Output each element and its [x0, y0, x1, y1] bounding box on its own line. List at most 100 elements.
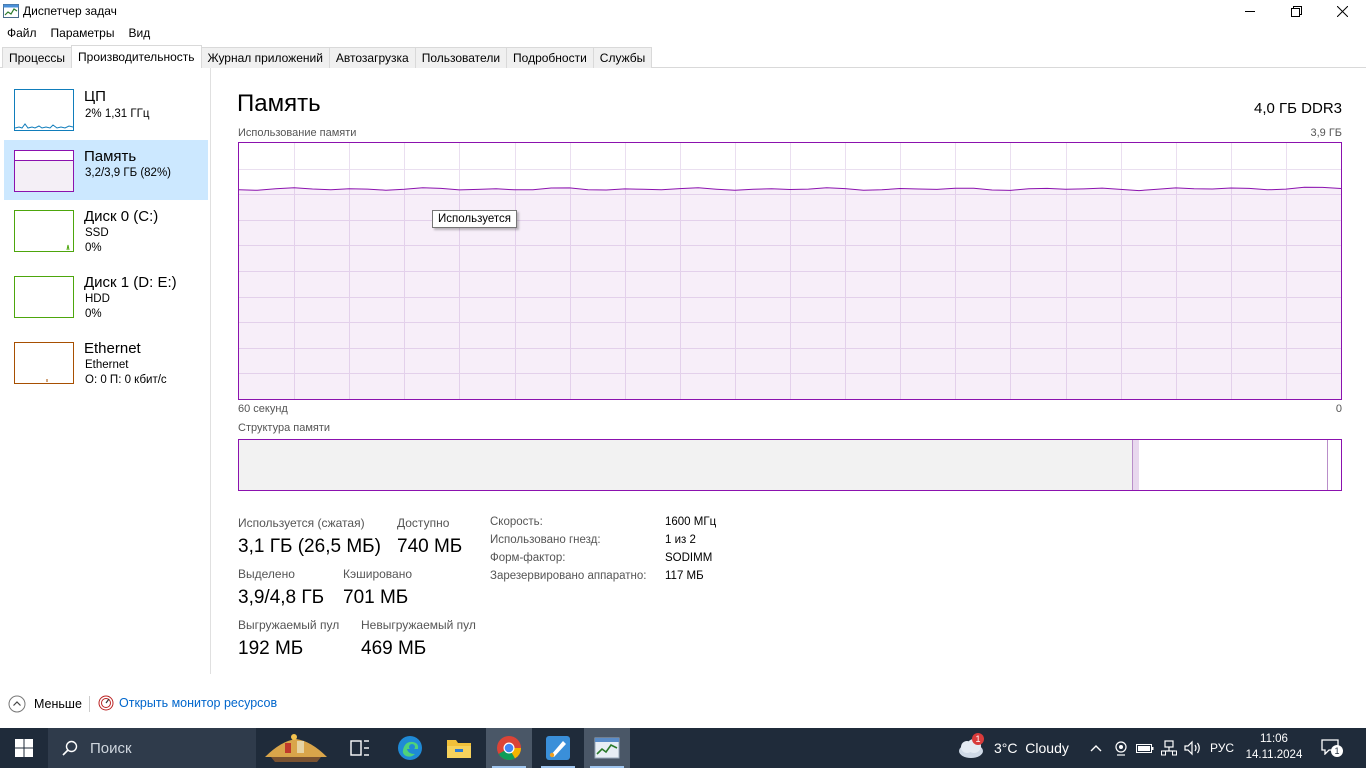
menu-view[interactable]: Вид	[121, 23, 157, 43]
taskbar-file-explorer[interactable]	[436, 728, 482, 768]
tray-webcam[interactable]	[1110, 728, 1132, 768]
search-icon	[62, 740, 78, 756]
start-button[interactable]	[0, 728, 48, 768]
tab-app-history[interactable]: Журнал приложений	[200, 47, 330, 68]
sidebar-item-label: Ethernet	[84, 340, 141, 357]
sidebar-item-label: Память	[84, 148, 137, 165]
sidebar-item-usage: 0%	[85, 308, 102, 320]
in-use-label: Используется (сжатая)	[238, 516, 365, 530]
sidebar-item-cpu[interactable]: ЦП 2% 1,31 ГГц	[4, 82, 208, 134]
tray-volume[interactable]	[1182, 728, 1204, 768]
memory-total: 4,0 ГБ DDR3	[1254, 100, 1342, 117]
sidebar-item-disk0[interactable]: Диск 0 (C:) SSD 0%	[4, 204, 208, 264]
taskbar-edge[interactable]	[387, 728, 433, 768]
task-view-button[interactable]	[337, 728, 383, 768]
memory-usage-chart	[239, 143, 1341, 399]
taskbar: Поиск 1 3°C Cloudy РУС 11:06 14.11.2024 …	[0, 728, 1366, 768]
weather-alert-badge: 1	[972, 733, 984, 745]
paged-pool-value: 192 МБ	[238, 638, 304, 659]
resource-monitor-label: Открыть монитор ресурсов	[119, 696, 278, 710]
minimize-button[interactable]	[1227, 0, 1273, 22]
cpu-thumbnail	[14, 89, 74, 131]
in-use-value: 3,1 ГБ (26,5 МБ)	[238, 536, 381, 557]
show-hidden-icons-button[interactable]	[1086, 728, 1106, 768]
taskbar-task-manager[interactable]	[584, 728, 630, 768]
paged-pool-label: Выгружаемый пул	[238, 618, 340, 632]
memory-usage-area	[239, 187, 1341, 399]
sidebar-item-disk1[interactable]: Диск 1 (D: E:) HDD 0%	[4, 270, 208, 330]
disk0-sparkline	[66, 244, 70, 251]
footer-bar: Меньше Открыть монитор ресурсов	[0, 691, 1366, 717]
tab-processes[interactable]: Процессы	[2, 47, 73, 68]
sidebar-item-throughput: О: 0 П: 0 кбит/с	[85, 374, 167, 386]
available-value: 740 МБ	[397, 536, 463, 557]
taskbar-chrome[interactable]	[486, 728, 532, 768]
webcam-icon	[1115, 741, 1127, 756]
composition-standby[interactable]	[1139, 440, 1326, 490]
divider	[89, 696, 90, 712]
chevron-up-icon	[8, 695, 26, 713]
restore-icon	[1290, 5, 1302, 17]
chrome-icon	[497, 736, 521, 761]
hardware-reserved-label: Зарезервировано аппаратно:	[490, 570, 647, 582]
task-manager-window: Диспетчер задач Файл Параметры Вид Проце…	[0, 0, 1366, 768]
vacation-widget-icon	[265, 734, 327, 762]
tab-details[interactable]: Подробности	[506, 47, 594, 68]
task-manager-icon	[3, 4, 19, 18]
task-view-icon	[350, 740, 369, 756]
windows-logo-icon	[15, 739, 33, 757]
cached-label: Кэшировано	[343, 567, 413, 581]
taskbar-paint[interactable]	[535, 728, 581, 768]
composition-free[interactable]	[1327, 440, 1341, 490]
battery-icon	[1136, 744, 1154, 753]
hardware-reserved-value: 117 МБ	[665, 570, 704, 582]
tab-services[interactable]: Службы	[592, 47, 653, 68]
menu-options[interactable]: Параметры	[44, 23, 122, 43]
cached-value: 701 МБ	[343, 587, 409, 608]
chevron-up-icon	[1090, 745, 1102, 752]
nonpaged-pool-label: Невыгружаемый пул	[361, 618, 476, 632]
clock-date: 14.11.2024	[1245, 749, 1303, 761]
tab-users[interactable]: Пользователи	[414, 47, 508, 68]
nonpaged-pool-value: 469 МБ	[361, 638, 427, 659]
form-factor-value: SODIMM	[665, 552, 713, 564]
disk1-thumbnail	[14, 276, 74, 318]
usage-graph-max: 3,9 ГБ	[1310, 127, 1342, 139]
sidebar-item-ethernet[interactable]: Ethernet Ethernet О: 0 П: 0 кбит/с	[4, 336, 208, 396]
taskbar-search[interactable]: Поиск	[48, 728, 256, 768]
search-highlight-widget[interactable]	[258, 728, 334, 768]
disk0-thumbnail	[14, 210, 74, 252]
taskbar-clock[interactable]: 11:06 14.11.2024	[1236, 731, 1312, 763]
fewer-details-button[interactable]: Меньше	[8, 695, 82, 713]
tab-startup[interactable]: Автозагрузка	[328, 47, 416, 68]
resource-monitor-icon	[98, 695, 114, 711]
action-center-button[interactable]: 1	[1316, 728, 1346, 768]
paint-icon	[546, 736, 570, 760]
weather-widget[interactable]: 1 3°C Cloudy	[956, 728, 1069, 768]
composition-in-use[interactable]	[239, 440, 1132, 490]
menu-file[interactable]: Файл	[0, 23, 44, 43]
tab-performance[interactable]: Производительность	[71, 45, 202, 68]
tray-battery[interactable]	[1134, 728, 1156, 768]
clock-time: 11:06	[1260, 733, 1288, 745]
sidebar-item-detail: 2% 1,31 ГГц	[85, 108, 150, 120]
sidebar-item-detail: 3,2/3,9 ГБ (82%)	[85, 167, 172, 179]
time-range-min: 0	[1335, 403, 1342, 415]
tray-network[interactable]	[1158, 728, 1180, 768]
input-language-indicator[interactable]: РУС	[1206, 728, 1238, 768]
edge-icon	[398, 736, 422, 760]
close-button[interactable]	[1319, 0, 1365, 22]
open-resource-monitor-link[interactable]: Открыть монитор ресурсов	[98, 695, 277, 711]
memory-usage-graph	[238, 142, 1342, 400]
sidebar-item-memory[interactable]: Память 3,2/3,9 ГБ (82%)	[4, 140, 208, 200]
sidebar-item-label: Диск 1 (D: E:)	[84, 274, 177, 291]
notification-count-badge: 1	[1331, 745, 1343, 757]
tab-bar: Процессы Производительность Журнал прило…	[0, 45, 1366, 68]
cpu-sparkline	[14, 123, 74, 129]
restore-button[interactable]	[1273, 0, 1319, 22]
slots-label: Использовано гнезд:	[490, 534, 601, 546]
speaker-icon	[1184, 740, 1200, 756]
sidebar-item-label: ЦП	[84, 88, 106, 105]
page-title: Память	[237, 90, 321, 117]
sidebar-item-label: Диск 0 (C:)	[84, 208, 159, 225]
